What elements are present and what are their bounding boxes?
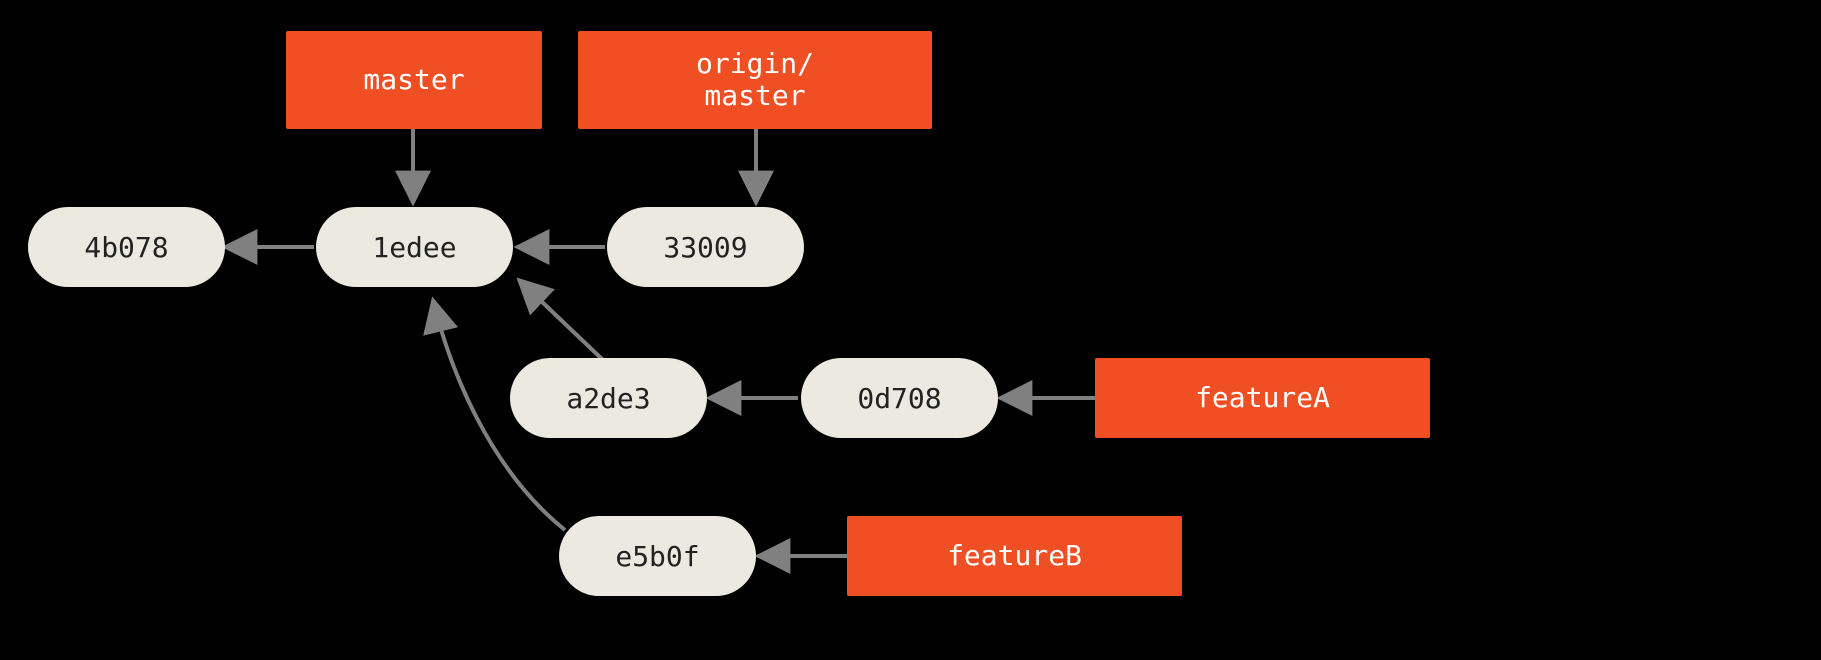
commit-4b078: 4b078 (28, 207, 225, 287)
edge-a2de3-to-1edee (519, 280, 603, 360)
commit-hash: a2de3 (566, 382, 650, 415)
branch-label: featureA (1195, 382, 1330, 414)
commit-33009: 33009 (607, 207, 804, 287)
commit-hash: 0d708 (857, 382, 941, 415)
branch-featureA: featureA (1095, 358, 1430, 438)
branch-label: master (363, 64, 464, 96)
branch-featureB: featureB (847, 516, 1182, 596)
commit-e5b0f: e5b0f (559, 516, 756, 596)
commit-hash: 33009 (663, 231, 747, 264)
commit-a2de3: a2de3 (510, 358, 707, 438)
commit-hash: 1edee (372, 231, 456, 264)
branch-label: origin/ master (696, 48, 814, 112)
commit-hash: 4b078 (84, 231, 168, 264)
branch-label: featureB (947, 540, 1082, 572)
commit-hash: e5b0f (615, 540, 699, 573)
branch-master: master (286, 31, 542, 129)
git-graph-diagram: master origin/ master featureA featureB … (0, 0, 1821, 660)
branch-origin-master: origin/ master (578, 31, 932, 129)
commit-0d708: 0d708 (801, 358, 998, 438)
commit-1edee: 1edee (316, 207, 513, 287)
